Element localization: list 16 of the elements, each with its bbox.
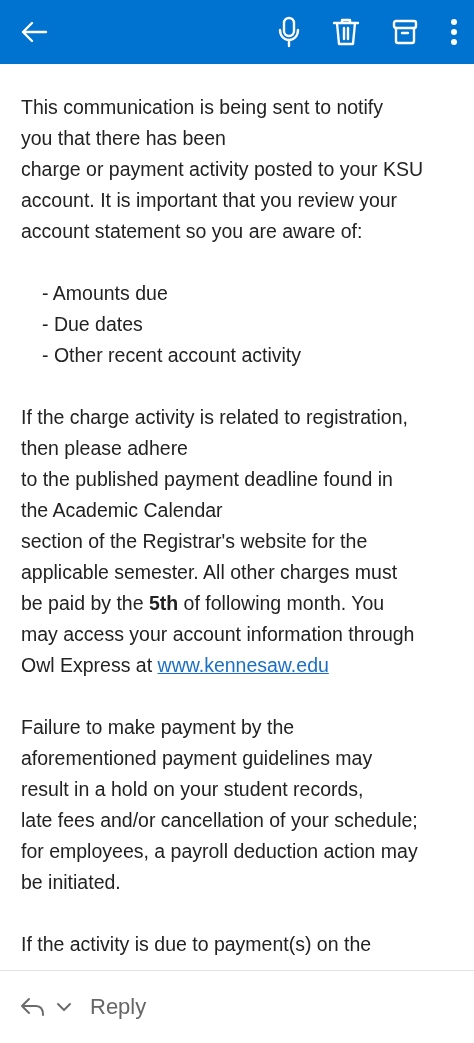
reply-icon[interactable] (20, 997, 46, 1017)
message-paragraph: If the charge activity is related to registration, then please adhere to the published payment deadline found in the Academic Calendar section of the Registrar's website for the applicable semester. All other charges must be paid by the 5th of following month. You may access your account information through Owl Express at www.kennesaw.edu (21, 405, 416, 678)
message-paragraph: Failure to make payment by the aforementioned payment guidelines may result in a hold on your student records, late fees and/or cancellation of your schedule; for employees, a payroll deduction action may be initiated. (21, 715, 419, 895)
website-link[interactable]: www.kennesaw.edu (157, 654, 329, 676)
list-item: - Due dates (42, 312, 143, 337)
archive-icon[interactable] (392, 19, 418, 45)
list-item: - Other recent account activity (42, 343, 302, 368)
chevron-down-icon[interactable] (56, 1002, 72, 1012)
trash-icon[interactable] (332, 17, 360, 47)
list-item: - Amounts due (42, 281, 168, 306)
message-paragraph: If the activity is due to payment(s) on the (21, 932, 373, 957)
message-paragraph: This communication is being sent to notify you that there has been charge or payment activity posted to your KSU account. It is important that you review your account statement so you are aware of: (21, 95, 425, 244)
microphone-icon[interactable] (278, 16, 300, 48)
reply-label[interactable]: Reply (90, 994, 147, 1020)
more-icon[interactable] (450, 18, 458, 46)
back-icon[interactable] (20, 21, 48, 43)
